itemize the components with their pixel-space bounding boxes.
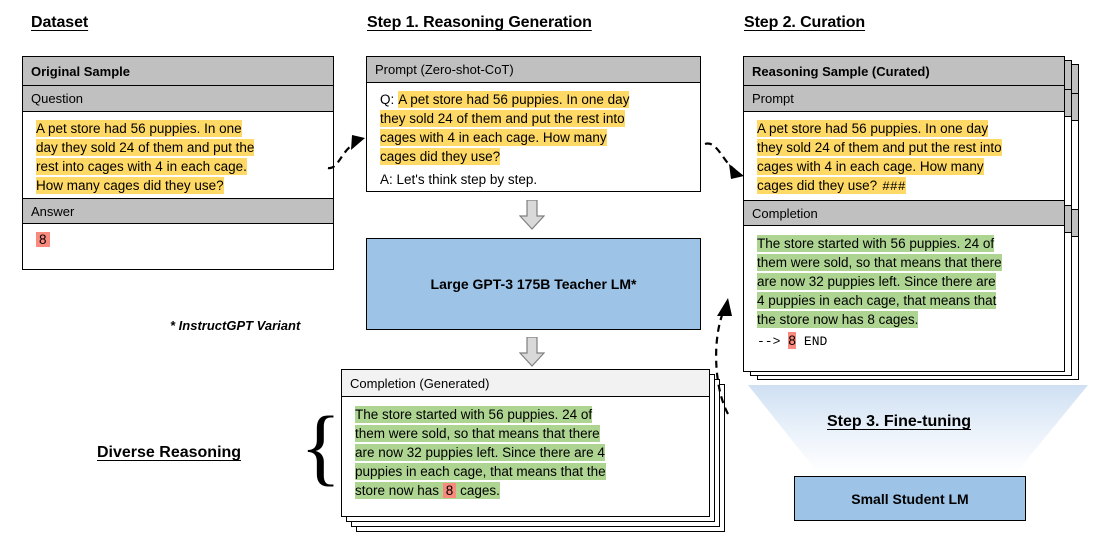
completion-last-pre: store now has (355, 483, 443, 498)
original-sample-card: Original Sample Question A pet store had… (22, 56, 334, 270)
curated-completion-line-4: the store now has 8 cages. (757, 311, 919, 328)
curated-prompt-label: Prompt (744, 86, 1064, 112)
curated-prompt-line-3: cages did they use? ### (757, 177, 906, 194)
curated-completion-label: Completion (744, 200, 1064, 226)
reasoning-sample-curated-card: Reasoning Sample (Curated) Prompt A pet … (743, 56, 1065, 372)
diverse-reasoning-brace: { (300, 398, 342, 494)
curated-completion-line-3: 4 puppies in each cage, that means that (757, 292, 997, 309)
question-line-2: rest into cages with 4 in each cage. (36, 158, 247, 175)
curated-prompt-line-0: A pet store had 56 puppies. In one day (757, 120, 989, 137)
answer-value: 8 (36, 232, 50, 247)
answer-label: Answer (23, 198, 333, 224)
completion-last-line: store now has 8 cages. (355, 482, 500, 499)
completion-answer-value: 8 (442, 483, 457, 498)
completion-line-2: are now 32 puppies left. Since there are… (355, 444, 605, 461)
question-line-0: A pet store had 56 puppies. In one (36, 120, 242, 137)
prompt-card-body: Q: A pet store had 56 puppies. In one day… (367, 83, 700, 198)
curated-prompt-line-2: cages with 4 in each cage. How many (757, 158, 984, 175)
question-line-3: How many cages did they use? (36, 177, 224, 194)
curated-prompt-text: A pet store had 56 puppies. In one day t… (744, 112, 1064, 200)
teacher-lm-label: Large GPT-3 175B Teacher LM* (430, 276, 637, 292)
curated-card-header: Reasoning Sample (Curated) (744, 57, 1064, 86)
prompt-card-header: Prompt (Zero-shot-CoT) (367, 57, 700, 83)
flow-arrow-down-1 (519, 200, 545, 230)
q-prefix: Q: (380, 92, 395, 107)
completion-generated-body: The store started with 56 puppies. 24 of… (342, 397, 709, 509)
completion-line-0: The store started with 56 puppies. 24 of (355, 406, 593, 423)
question-label: Question (23, 86, 333, 112)
completion-last-post: cages. (456, 483, 500, 498)
completion-line-1: them were sold, so that means that there (355, 425, 600, 442)
teacher-lm-box: Large GPT-3 175B Teacher LM* (366, 238, 701, 330)
answer-value-row: 8 (23, 224, 333, 258)
flow-arrow-down-2 (519, 337, 545, 367)
step2-column-title: Step 2. Curation (744, 14, 866, 31)
curated-answer-value: 8 (788, 332, 796, 349)
prompt-q-line-2: cages with 4 in each cage. How many (380, 129, 607, 146)
prompt-separator-marker: ### (882, 179, 906, 194)
completion-generated-card: Completion (Generated) The store started… (341, 369, 710, 517)
curated-completion-text: The store started with 56 puppies. 24 of… (744, 226, 1064, 360)
prompt-q-line-0: A pet store had 56 puppies. In one day (398, 91, 630, 108)
end-token: END (803, 334, 828, 349)
prompt-q-line-1: they sold 24 of them and put the rest in… (380, 110, 625, 127)
completion-line-3: puppies in each cage, that means that th… (355, 463, 606, 480)
step3-column-title: Step 3. Fine-tuning (827, 413, 971, 430)
curated-completion-line-2: are now 32 puppies left. Since there are (757, 273, 996, 290)
question-line-1: day they sold 24 of them and put the (36, 139, 255, 156)
dataset-column-title: Dataset (31, 14, 89, 31)
curated-prompt-line-1: they sold 24 of them and put the rest in… (757, 139, 1002, 156)
question-text: A pet store had 56 puppies. In one day t… (23, 112, 333, 198)
student-lm-box: Small Student LM (794, 476, 1026, 521)
end-arrow-marker: --> (757, 334, 781, 349)
curated-completion-line-0: The store started with 56 puppies. 24 of (757, 235, 995, 252)
completion-generated-header: Completion (Generated) (342, 370, 709, 397)
original-sample-header: Original Sample (23, 57, 333, 86)
prompt-q-line-3: cages did they use? (380, 148, 501, 165)
instructgpt-footnote: * InstructGPT Variant (170, 318, 301, 333)
prompt-a-line: A: Let's think step by step. (380, 172, 538, 187)
curated-prompt-last-text: cages did they use? (757, 178, 878, 193)
student-lm-label: Small Student LM (851, 490, 969, 507)
diverse-reasoning-label: Diverse Reasoning (97, 444, 242, 461)
prompt-card: Prompt (Zero-shot-CoT) Q: A pet store had… (366, 56, 701, 192)
step1-column-title: Step 1. Reasoning Generation (367, 14, 592, 31)
curated-completion-line-1: them were sold, so that means that there (757, 254, 1002, 271)
